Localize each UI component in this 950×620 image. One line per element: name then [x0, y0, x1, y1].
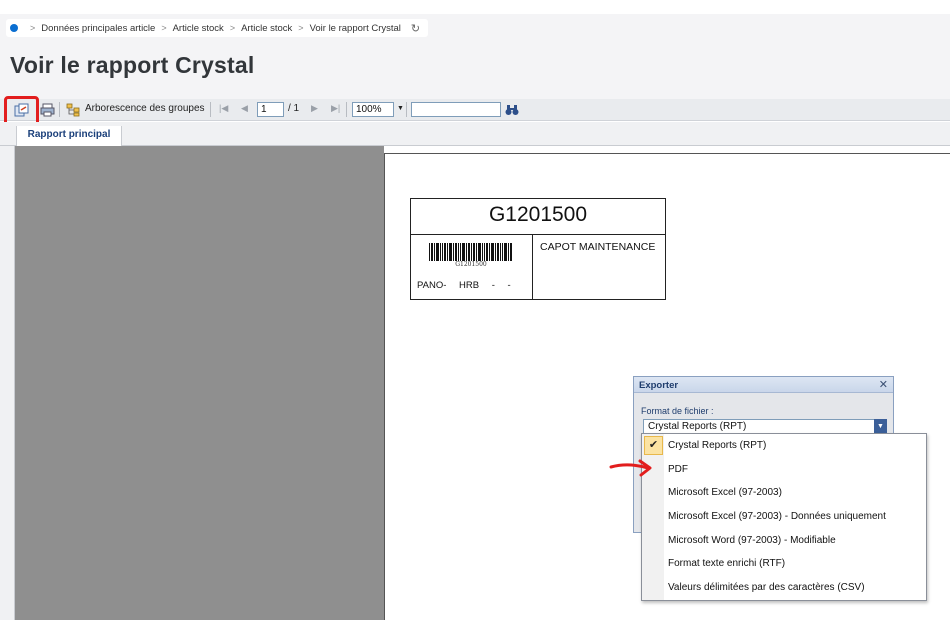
- home-dot-icon[interactable]: [10, 24, 18, 32]
- chevron-down-icon[interactable]: ▼: [397, 105, 404, 112]
- chevron-right-icon: >: [229, 23, 236, 33]
- format-option-pdf[interactable]: PDF: [642, 458, 926, 481]
- search-input[interactable]: [411, 102, 501, 117]
- tab-row: [0, 122, 950, 146]
- breadcrumb: > Données principales article > Article …: [6, 19, 429, 37]
- article-info-line: PANO- HRB - -: [417, 280, 511, 291]
- first-page-icon[interactable]: |◀: [219, 103, 228, 114]
- next-page-icon[interactable]: ▶: [311, 103, 318, 114]
- format-option-rtf[interactable]: Format texte enrichi (RTF): [642, 552, 926, 575]
- chevron-down-icon[interactable]: ▼: [874, 419, 887, 434]
- left-panel: [0, 146, 15, 620]
- report-toolbar: Arborescence des groupes |◀ ◀ / 1 ▶ ▶| ▼: [0, 99, 950, 121]
- format-option-label: Microsoft Excel (97-2003): [668, 487, 782, 498]
- last-page-icon[interactable]: ▶|: [331, 103, 340, 114]
- format-option-label: Valeurs délimitées par des caractères (C…: [668, 582, 865, 593]
- format-option-rpt[interactable]: ✔ Crystal Reports (RPT): [642, 434, 926, 457]
- format-option-excel-data[interactable]: Microsoft Excel (97-2003) - Données uniq…: [642, 505, 926, 528]
- format-option-label: Format texte enrichi (RTF): [668, 558, 786, 569]
- group-tree-icon[interactable]: [65, 102, 81, 118]
- print-icon[interactable]: [39, 102, 55, 118]
- format-option-word[interactable]: Microsoft Word (97-2003) - Modifiable: [642, 529, 926, 552]
- toolbar-separator: [210, 102, 211, 117]
- barcode-image: [429, 243, 512, 261]
- report-background: [15, 146, 384, 620]
- barcode-text: G1201500: [455, 261, 487, 268]
- breadcrumb-item-stock-article-2[interactable]: Article stock: [241, 23, 292, 34]
- format-option-label: Microsoft Word (97-2003) - Modifiable: [668, 535, 836, 546]
- refresh-icon[interactable]: ↻: [411, 22, 420, 35]
- file-format-select[interactable]: Crystal Reports (RPT) ▼: [643, 419, 887, 434]
- annotation-arrow-icon: [609, 459, 652, 477]
- page-number-input[interactable]: [257, 102, 284, 117]
- file-format-label: Format de fichier :: [641, 406, 714, 416]
- dialog-title: Exporter: [639, 380, 679, 391]
- chevron-right-icon: >: [30, 23, 36, 33]
- breadcrumb-item-stock-article[interactable]: Article stock: [173, 23, 224, 34]
- page-title: Voir le rapport Crystal: [10, 52, 255, 78]
- format-option-csv[interactable]: Valeurs délimitées par des caractères (C…: [642, 576, 926, 599]
- format-option-label: PDF: [668, 463, 688, 475]
- toolbar-separator: [346, 102, 347, 117]
- zoom-select[interactable]: [352, 102, 394, 117]
- article-description: CAPOT MAINTENANCE: [540, 241, 656, 253]
- article-code: G1201500: [411, 199, 665, 235]
- top-strip: [0, 0, 950, 14]
- format-option-label: Crystal Reports (RPT): [668, 440, 767, 451]
- page-total: / 1: [288, 103, 300, 114]
- binoculars-icon[interactable]: [504, 102, 520, 118]
- format-option-label: Microsoft Excel (97-2003) - Données uniq…: [668, 511, 886, 522]
- file-format-selected: Crystal Reports (RPT): [648, 421, 747, 432]
- previous-page-icon[interactable]: ◀: [241, 103, 248, 114]
- dialog-titlebar: Exporter ✕: [634, 377, 893, 393]
- breadcrumb-item-current: Voir le rapport Crystal: [309, 22, 401, 34]
- toolbar-separator: [406, 102, 407, 117]
- close-icon[interactable]: ✕: [879, 378, 888, 391]
- file-format-dropdown: ✔ Crystal Reports (RPT) PDF Microsoft Ex…: [641, 433, 927, 601]
- label-divider: [532, 235, 533, 299]
- group-tree-button[interactable]: Arborescence des groupes: [85, 103, 205, 114]
- tab-main-report[interactable]: Rapport principal: [16, 126, 122, 147]
- format-option-excel[interactable]: Microsoft Excel (97-2003): [642, 481, 926, 504]
- chevron-right-icon: >: [298, 23, 304, 33]
- toolbar-separator: [59, 102, 60, 117]
- checkmark-icon: ✔: [644, 436, 663, 455]
- chevron-right-icon: >: [161, 23, 167, 33]
- breadcrumb-item-main-data[interactable]: Données principales article: [41, 23, 155, 34]
- article-label: G1201500 G1201500 PANO- HRB - - CAPOT MA…: [410, 198, 666, 300]
